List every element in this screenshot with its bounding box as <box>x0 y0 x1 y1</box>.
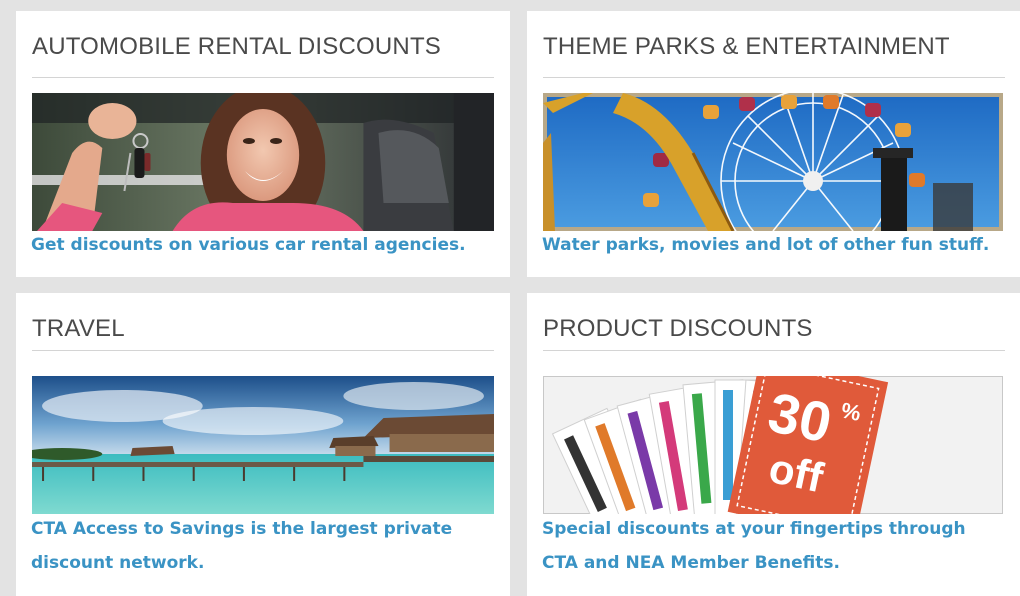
car-rental-image[interactable] <box>32 93 494 231</box>
theme-park-image[interactable] <box>543 93 1003 231</box>
card-travel: TRAVEL CTA Access to Savings is the larg… <box>16 293 510 596</box>
card-title: AUTOMOBILE RENTAL DISCOUNTS <box>32 33 442 60</box>
divider <box>543 350 1005 351</box>
divider <box>543 77 1005 78</box>
travel-image[interactable] <box>32 376 494 514</box>
divider <box>32 77 494 78</box>
card-theme-parks: THEME PARKS & ENTERTAINMENT Water parks,… <box>527 11 1020 277</box>
car-rental-link[interactable]: Get discounts on various car rental agen… <box>31 228 496 262</box>
travel-link[interactable]: CTA Access to Savings is the largest pri… <box>31 512 470 580</box>
card-title: PRODUCT DISCOUNTS <box>543 315 813 342</box>
theme-parks-link[interactable]: Water parks, movies and lot of other fun… <box>542 228 1007 262</box>
product-discounts-link[interactable]: Special discounts at your fingertips thr… <box>542 512 1007 580</box>
card-title: TRAVEL <box>32 315 125 342</box>
card-title: THEME PARKS & ENTERTAINMENT <box>543 33 950 60</box>
card-product-discounts: PRODUCT DISCOUNTS 30 % off Special disco… <box>527 293 1020 596</box>
card-automobile-rental: AUTOMOBILE RENTAL DISCOUNTS Get discount… <box>16 11 510 277</box>
benefits-grid: AUTOMOBILE RENTAL DISCOUNTS Get discount… <box>0 0 1020 596</box>
product-discounts-image[interactable]: 30 % off <box>543 376 1003 514</box>
divider <box>32 350 494 351</box>
